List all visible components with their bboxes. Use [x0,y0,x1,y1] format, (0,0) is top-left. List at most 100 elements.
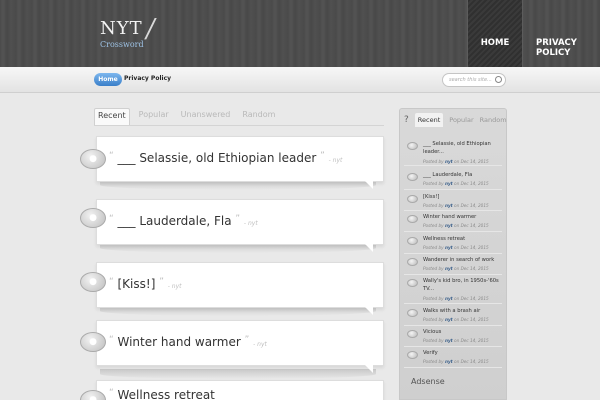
tab-recent[interactable]: Recent [94,108,130,125]
adsense-heading: Adsense [411,377,445,386]
sidebar-tabs: ? Recent Popular Random [400,109,507,131]
speech-bubble-icon [407,279,418,287]
tab-popular[interactable]: Popular [136,108,172,125]
post-title-text: ___ Selassie, old Ethiopian leader [117,151,317,165]
speech-bubble-icon [407,258,418,266]
post-author: - nyt [328,157,343,164]
sidebar-item-title[interactable]: ___ Lauderdale, Fla [423,172,503,180]
close-quote: ” [159,277,164,287]
search-icon[interactable] [495,76,502,83]
logo-subtitle: Crossword [100,40,144,49]
sidebar-item-meta: Posted by nyt on Dec 14, 2015 [423,181,489,186]
breadcrumb-current[interactable]: Privacy Policy [124,75,171,82]
tab-random[interactable]: Random [239,108,278,125]
sidebar-item-title[interactable]: Verify [423,350,503,358]
post-title-text: Wellness retreat [117,388,215,400]
post-shadow [100,369,376,379]
speech-bubble-icon [407,215,418,223]
speech-bubble-icon: ● [80,149,106,169]
post-card[interactable]: “ ___ Lauderdale, Fla ” - nyt [96,199,384,252]
open-quote: “ [109,335,114,345]
post-title[interactable]: “ ___ Selassie, old Ethiopian leader ” -… [109,151,342,165]
nav-item-privacy-policy[interactable]: PRIVACY POLICY [523,0,600,67]
open-quote: “ [109,277,114,287]
sidebar-tab-popular[interactable]: Popular [449,116,473,124]
post-tabs: Recent Popular Unanswered Random [94,108,278,125]
post-card[interactable]: “ [Kiss!] ” - nyt [96,262,384,315]
site-header: NYT / Crossword HOME PRIVACY POLICY [0,0,600,67]
nav-item-home[interactable]: HOME [467,0,523,67]
sidebar-item-title[interactable]: Vicious [423,329,503,337]
sidebar-item-meta: Posted by nyt on Dec 14, 2015 [423,203,489,208]
post-title-text: ___ Lauderdale, Fla [117,214,232,228]
sidebar-item-meta: Posted by nyt on Dec 14, 2015 [423,223,489,228]
sidebar-item-meta: Posted by nyt on Dec 14, 2015 [423,338,489,343]
speech-bubble-icon [407,309,418,317]
post-card[interactable]: “ ___ Selassie, old Ethiopian leader ” -… [96,136,384,189]
sidebar-item-meta: Posted by nyt on Dec 14, 2015 [423,245,489,250]
speech-bubble-icon [407,195,418,203]
sidebar-tab-random[interactable]: Random [480,116,507,124]
speech-bubble-icon [407,351,418,359]
post-title[interactable]: “ Winter hand warmer ” - nyt [109,335,267,349]
divider [404,303,502,304]
post-title[interactable]: “ Wellness retreat [109,388,215,400]
divider [404,231,502,232]
sidebar: ? Recent Popular Random ___ Selassie, ol… [399,108,507,400]
breadcrumb-home-button[interactable]: Home [94,73,122,86]
sidebar-item-title[interactable]: Wally's kid bro, in 1950s-'60s TV... [423,278,503,293]
post-author: - nyt [167,283,182,290]
close-quote: ” [235,214,241,224]
tab-unanswered[interactable]: Unanswered [178,108,234,125]
post-card[interactable]: “ Winter hand warmer ” - nyt [96,320,384,373]
tabs-divider [94,125,384,126]
breadcrumb-bar: Home Privacy Policy search this site... [0,67,600,93]
bubble-tail [365,307,373,315]
sidebar-tab-recent[interactable]: Recent [414,113,444,127]
open-quote: “ [109,151,114,161]
speech-bubble-icon: ● [80,332,106,352]
post-title[interactable]: “ ___ Lauderdale, Fla ” - nyt [109,214,258,228]
divider [404,165,502,166]
sidebar-item-title[interactable]: Winter hand warmer [423,214,503,222]
divider [404,189,502,190]
bubble-tail [365,365,373,373]
speech-bubble-icon [407,173,418,181]
divider [404,253,502,254]
main-nav: HOME PRIVACY POLICY [467,0,600,67]
divider [404,274,502,275]
post-author: - nyt [243,220,258,227]
sidebar-item-meta: Posted by nyt on Dec 14, 2015 [423,359,489,364]
post-title-text: Winter hand warmer [117,335,241,349]
bubble-tail [365,244,373,252]
open-quote: “ [109,214,114,224]
sidebar-item-title[interactable]: [Kiss!] [423,194,503,202]
divider [404,210,502,211]
post-title[interactable]: “ [Kiss!] ” - nyt [109,277,182,291]
speech-bubble-icon: ● [80,272,106,292]
post-card[interactable]: “ Wellness retreat [96,380,384,400]
logo-slash-mark: / [143,14,158,44]
logo-text: NYT [100,18,143,39]
sidebar-item-title[interactable]: Walks with a brash air [423,308,503,316]
post-author: - nyt [253,341,267,348]
close-quote: ” [320,151,325,161]
close-quote: ” [244,335,250,345]
sidebar-item-meta: Posted by nyt on Dec 14, 2015 [423,266,489,271]
divider [404,325,502,326]
divider [404,346,502,347]
sidebar-item-meta: Posted by nyt on Dec 14, 2015 [423,159,489,164]
question-icon: ? [404,115,409,125]
speech-bubble-icon [407,237,418,245]
sidebar-item-title[interactable]: Wellness retreat [423,236,503,244]
sidebar-item-meta: Posted by nyt on Dec 14, 2015 [423,296,489,301]
sidebar-item-meta: Posted by nyt on Dec 14, 2015 [423,317,489,322]
sidebar-item-title[interactable]: Wanderer in search of work [423,257,503,265]
sidebar-item-title[interactable]: ___ Selassie, old Ethiopian leader... [423,141,503,156]
site-logo[interactable]: NYT / Crossword [100,14,157,49]
bubble-tail [365,181,373,189]
open-quote: “ [109,388,114,398]
speech-bubble-icon [407,142,418,150]
post-title-text: [Kiss!] [117,277,156,291]
speech-bubble-icon [407,330,418,338]
